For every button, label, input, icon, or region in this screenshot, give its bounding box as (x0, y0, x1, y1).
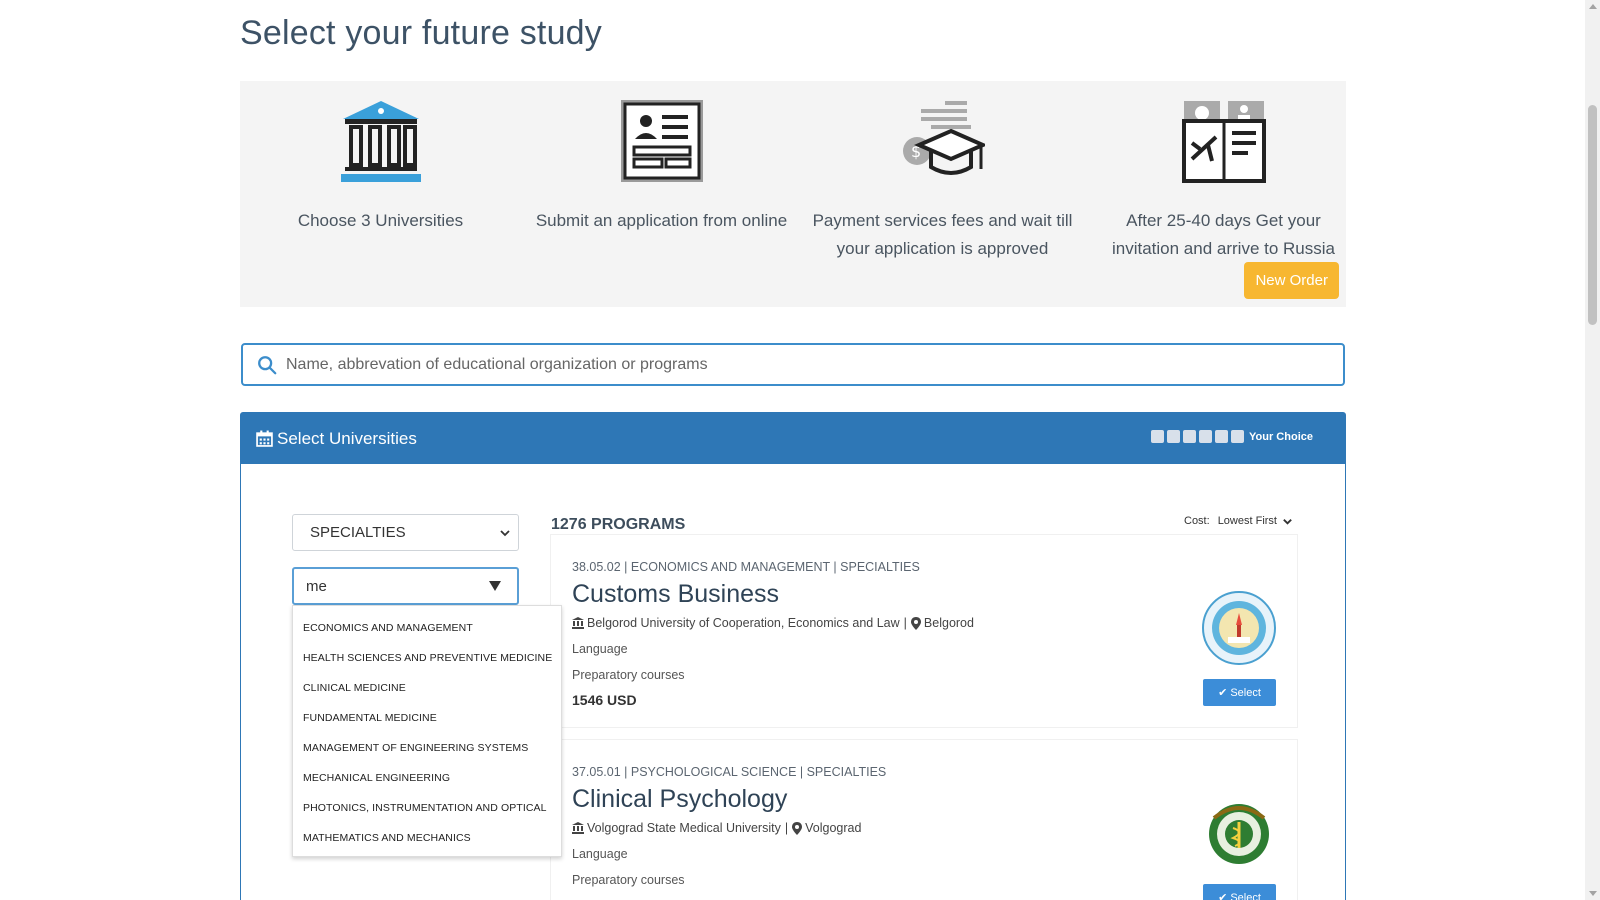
your-choice-label: Your Choice (1249, 430, 1313, 443)
choice-slot[interactable] (1167, 430, 1181, 443)
your-choice-slots: Your Choice (1151, 430, 1313, 443)
scroll-up-arrow-icon[interactable] (1589, 4, 1597, 9)
university-name[interactable]: Volgograd State Medical University (587, 821, 781, 835)
preparatory-courses-label: Preparatory courses (572, 668, 685, 682)
calendar-icon (256, 430, 273, 447)
passport-travel-icon (1083, 98, 1364, 184)
step-text: Submit an application from online (535, 211, 788, 230)
search-input[interactable] (286, 355, 1286, 374)
step-submit-application: Submit an application from online (521, 81, 802, 235)
university-icon (572, 617, 584, 629)
program-card: 38.05.02 | ECONOMICS AND MANAGEMENT | SP… (551, 535, 1297, 727)
university-line: Belgorod University of Cooperation, Econ… (572, 616, 974, 630)
program-code: 38.05.02 | ECONOMICS AND MANAGEMENT | SP… (572, 560, 920, 574)
panel-title: Select Universities (277, 428, 417, 448)
step-text: Choose 3 Universities (297, 211, 464, 230)
page-scrollbar[interactable] (1585, 0, 1600, 900)
category-select[interactable]: SPECIALTIES (292, 514, 519, 551)
select-universities-panel: Select Universities Your Choice SPECIALT… (240, 412, 1346, 900)
university-icon (572, 822, 584, 834)
programs-count: 1276 PROGRAMS (551, 516, 686, 533)
choice-slot[interactable] (1151, 430, 1165, 443)
new-order-button[interactable]: New Order (1244, 262, 1339, 299)
scroll-down-arrow-icon[interactable] (1589, 891, 1597, 896)
dropdown-option[interactable]: MATHEMATICS AND MECHANICS (293, 823, 561, 853)
choice-slot[interactable] (1231, 430, 1245, 443)
dropdown-option[interactable]: HEALTH SCIENCES AND PREVENTIVE MEDICINE (293, 643, 561, 673)
dropdown-option[interactable]: PHOTONICS, INSTRUMENTATION AND OPTICAL (293, 793, 561, 823)
category-select-value: SPECIALTIES (310, 524, 406, 541)
program-code: 37.05.01 | PSYCHOLOGICAL SCIENCE | SPECI… (572, 765, 887, 779)
program-name[interactable]: Clinical Psychology (572, 785, 787, 814)
dropdown-option[interactable]: CLINICAL MEDICINE (293, 673, 561, 703)
choice-slot[interactable] (1183, 430, 1197, 443)
dropdown-arrow-icon[interactable] (489, 581, 501, 591)
step-arrive: After 25-40 days Get your invitation and… (1083, 81, 1364, 263)
city-name: Belgorod (923, 616, 974, 630)
step-payment: $ Payment services fees and wait till yo… (802, 81, 1083, 263)
map-marker-icon (792, 821, 803, 835)
application-form-icon (521, 98, 802, 184)
chevron-down-icon (500, 530, 510, 537)
dropdown-option[interactable]: MECHANICAL ENGINEERING (293, 763, 561, 793)
search-icon (258, 355, 277, 374)
check-icon: ✔ (1218, 892, 1228, 900)
sort-value: Lowest First (1217, 515, 1277, 527)
map-marker-icon (910, 616, 921, 630)
preparatory-courses-label: Preparatory courses (572, 873, 685, 887)
select-button-label: Select (1230, 891, 1261, 900)
chevron-down-icon (1283, 518, 1292, 525)
city-name: Volgograd (805, 821, 862, 835)
search-bar (241, 343, 1345, 386)
university-line: Volgograd State Medical University | Vol… (572, 821, 861, 835)
select-button[interactable]: ✔ Select (1203, 679, 1276, 706)
dropdown-option[interactable]: FUNDAMENTAL MEDICINE (293, 703, 561, 733)
step-text: Payment services fees and wait till your… (812, 211, 1073, 258)
sort-label: Cost: (1184, 515, 1210, 527)
language-label: Language (572, 642, 628, 656)
specialty-dropdown-list: ECONOMICS AND MANAGEMENT HEALTH SCIENCES… (292, 605, 562, 857)
university-logo (1203, 797, 1275, 869)
dropdown-option[interactable]: MANAGEMENT OF ENGINEERING SYSTEMS (293, 733, 561, 763)
step-choose-universities: Choose 3 Universities (240, 81, 521, 235)
sort-control[interactable]: Cost: Lowest First (1184, 515, 1293, 527)
page-title: Select your future study (240, 14, 602, 52)
university-building-icon (240, 98, 521, 184)
program-price: 1546 USD (572, 692, 637, 708)
panel-header: Select Universities Your Choice (241, 413, 1345, 464)
scrollbar-thumb[interactable] (1588, 105, 1597, 325)
choice-slot[interactable] (1199, 430, 1213, 443)
dropdown-option[interactable]: ECONOMICS AND MANAGEMENT (293, 613, 561, 643)
university-name[interactable]: Belgorod University of Cooperation, Econ… (587, 616, 900, 630)
combobox-value: me (306, 577, 327, 595)
graduation-payment-icon: $ (802, 98, 1083, 184)
step-text: After 25-40 days Get your invitation and… (1111, 211, 1335, 258)
select-button-label: Select (1230, 686, 1261, 699)
steps-banner: Choose 3 Universities Submit an applicat… (240, 81, 1346, 307)
choice-slot[interactable] (1215, 430, 1229, 443)
program-name[interactable]: Customs Business (572, 580, 779, 609)
program-card: 37.05.01 | PSYCHOLOGICAL SCIENCE | SPECI… (551, 740, 1297, 900)
specialty-combobox[interactable]: me (292, 567, 519, 605)
language-label: Language (572, 847, 628, 861)
select-button[interactable]: ✔ Select (1203, 884, 1276, 900)
check-icon: ✔ (1218, 687, 1228, 699)
university-logo (1202, 591, 1276, 665)
